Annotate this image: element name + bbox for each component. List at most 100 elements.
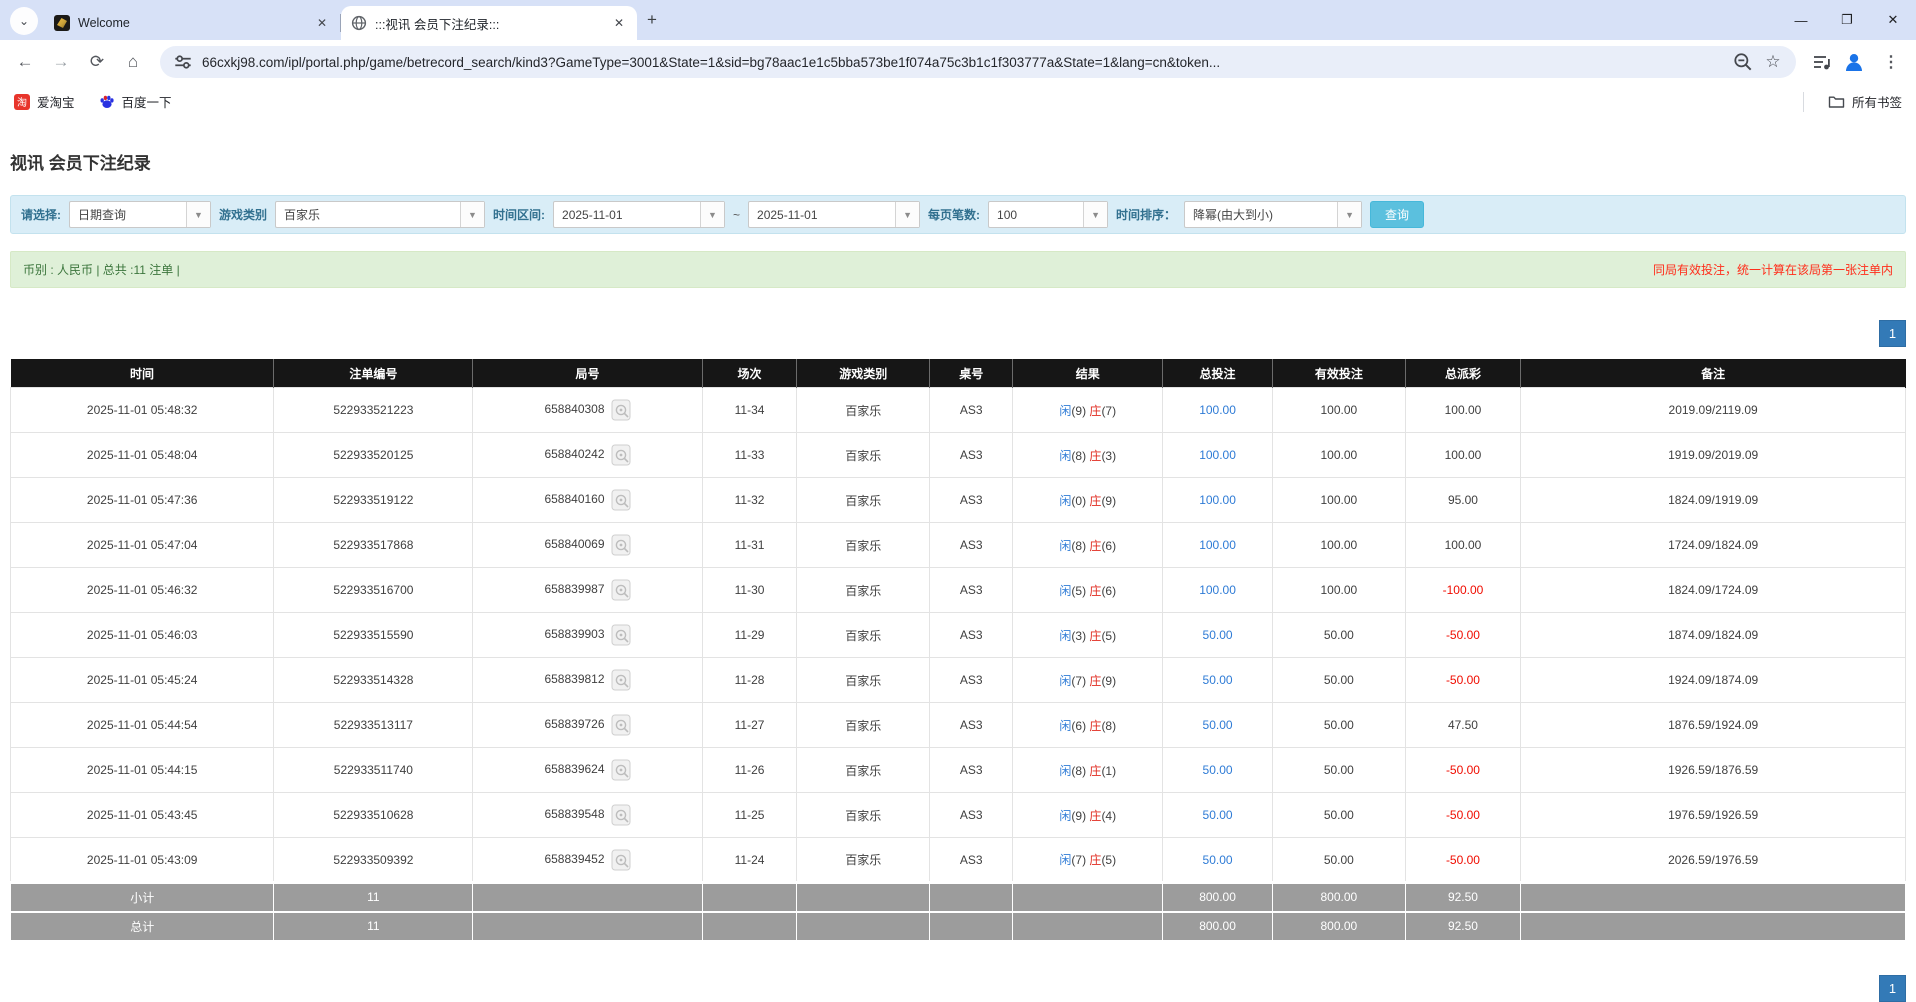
site-settings-icon[interactable] xyxy=(172,51,194,73)
table-no: AS3 xyxy=(930,838,1013,883)
total-bet-link[interactable]: 50.00 xyxy=(1203,718,1233,732)
url-text[interactable]: 66cxkj98.com/ipl/portal.php/game/betreco… xyxy=(202,55,1724,70)
video-replay-icon[interactable] xyxy=(611,624,631,646)
bookmark-star-icon[interactable]: ☆ xyxy=(1762,51,1784,73)
video-replay-icon[interactable] xyxy=(611,714,631,736)
page-1-button[interactable]: 1 xyxy=(1879,320,1906,347)
minimize-button[interactable]: — xyxy=(1778,0,1824,40)
valid-bet: 100.00 xyxy=(1273,478,1406,523)
video-replay-icon[interactable] xyxy=(611,669,631,691)
chevron-down-icon: ▼ xyxy=(1337,202,1361,227)
valid-bet: 50.00 xyxy=(1273,838,1406,883)
video-replay-icon[interactable] xyxy=(611,759,631,781)
banker-score: (7) xyxy=(1101,404,1116,418)
menu-kebab-icon[interactable]: ⋮ xyxy=(1876,47,1906,77)
address-bar[interactable]: 66cxkj98.com/ipl/portal.php/game/betreco… xyxy=(160,46,1796,78)
baidu-paw-icon xyxy=(99,94,115,110)
round-cell: 658839726 xyxy=(473,703,702,748)
game-type-select[interactable]: 百家乐 ▼ xyxy=(275,201,485,228)
bet-id: 522933513117 xyxy=(274,703,473,748)
zoom-out-icon[interactable] xyxy=(1732,51,1754,73)
forward-button[interactable]: → xyxy=(46,47,76,77)
session-no: 11-26 xyxy=(702,748,797,793)
session-no: 11-33 xyxy=(702,433,797,478)
bet-id: 522933514328 xyxy=(274,658,473,703)
banker-label: 庄 xyxy=(1089,539,1101,553)
tab-close-icon[interactable]: ✕ xyxy=(611,15,627,31)
welcome-favicon-icon xyxy=(54,15,70,31)
bet-id: 522933510628 xyxy=(274,793,473,838)
close-window-button[interactable]: ✕ xyxy=(1870,0,1916,40)
player-score: (9) xyxy=(1071,404,1086,418)
total-bet-link[interactable]: 50.00 xyxy=(1203,628,1233,642)
table-row: 2025-11-01 05:46:03 522933515590 6588399… xyxy=(11,613,1906,658)
round-id: 658840242 xyxy=(544,447,604,461)
total-bet-link[interactable]: 50.00 xyxy=(1203,763,1233,777)
note: 2026.59/1976.59 xyxy=(1521,838,1906,883)
date-to-select[interactable]: 2025-11-01 ▼ xyxy=(748,201,920,228)
payout: 100.00 xyxy=(1405,433,1521,478)
bookmark-taobao[interactable]: 淘 爱淘宝 xyxy=(14,92,75,111)
bookmark-label: 百度一下 xyxy=(122,92,172,111)
table-header-row: 时间 注单编号 局号 场次 游戏类别 桌号 结果 总投注 有效投注 总派彩 备注 xyxy=(11,360,1906,388)
reload-button[interactable]: ⟳ xyxy=(82,47,112,77)
total-bet-link[interactable]: 100.00 xyxy=(1199,493,1236,507)
result-cell: 闲(3) 庄(5) xyxy=(1013,613,1163,658)
all-bookmarks-button[interactable]: 所有书签 xyxy=(1828,92,1902,111)
media-controls-icon[interactable] xyxy=(1812,52,1832,72)
home-button[interactable]: ⌂ xyxy=(118,47,148,77)
session-no: 11-34 xyxy=(702,388,797,433)
table-no: AS3 xyxy=(930,748,1013,793)
banker-score: (1) xyxy=(1101,764,1116,778)
total-bet-link[interactable]: 100.00 xyxy=(1199,538,1236,552)
total-bet-link[interactable]: 50.00 xyxy=(1203,673,1233,687)
banker-label: 庄 xyxy=(1089,853,1101,867)
table-row: 2025-11-01 05:47:04 522933517868 6588400… xyxy=(11,523,1906,568)
bookmark-baidu[interactable]: 百度一下 xyxy=(99,92,172,111)
video-replay-icon[interactable] xyxy=(611,534,631,556)
tab-betrecord[interactable]: :::视讯 会员下注纪录::: ✕ xyxy=(341,6,637,40)
banker-label: 庄 xyxy=(1089,494,1101,508)
tab-close-icon[interactable]: ✕ xyxy=(314,15,330,31)
total-bet-link[interactable]: 100.00 xyxy=(1199,403,1236,417)
game-type-label: 游戏类别 xyxy=(219,206,267,223)
bookmark-label: 爱淘宝 xyxy=(37,92,75,111)
total-bet-link[interactable]: 100.00 xyxy=(1199,583,1236,597)
total-valid-bet: 800.00 xyxy=(1273,912,1406,941)
tab-search-button[interactable]: ⌄ xyxy=(10,7,38,35)
page-size-select[interactable]: 100 ▼ xyxy=(988,201,1108,228)
game-type: 百家乐 xyxy=(797,388,930,433)
new-tab-button[interactable]: + xyxy=(647,10,657,30)
search-button[interactable]: 查询 xyxy=(1370,201,1424,228)
video-replay-icon[interactable] xyxy=(611,849,631,871)
col-bet-id: 注单编号 xyxy=(274,360,473,388)
total-bet-link[interactable]: 50.00 xyxy=(1203,853,1233,867)
video-replay-icon[interactable] xyxy=(611,579,631,601)
table-no: AS3 xyxy=(930,568,1013,613)
col-table-no: 桌号 xyxy=(930,360,1013,388)
game-type: 百家乐 xyxy=(797,523,930,568)
date-from-select[interactable]: 2025-11-01 ▼ xyxy=(553,201,725,228)
banker-score: (9) xyxy=(1101,494,1116,508)
browser-toolbar: ← → ⟳ ⌂ 66cxkj98.com/ipl/portal.php/game… xyxy=(0,40,1916,84)
query-type-select[interactable]: 日期查询 ▼ xyxy=(69,201,211,228)
sort-select[interactable]: 降幂(由大到小) ▼ xyxy=(1184,201,1362,228)
total-bet-link[interactable]: 50.00 xyxy=(1203,808,1233,822)
video-replay-icon[interactable] xyxy=(611,804,631,826)
note: 2019.09/2119.09 xyxy=(1521,388,1906,433)
video-replay-icon[interactable] xyxy=(611,399,631,421)
total-bet-link[interactable]: 100.00 xyxy=(1199,448,1236,462)
back-button[interactable]: ← xyxy=(10,47,40,77)
table-row: 2025-11-01 05:43:09 522933509392 6588394… xyxy=(11,838,1906,883)
bet-time: 2025-11-01 05:48:04 xyxy=(11,433,274,478)
video-replay-icon[interactable] xyxy=(611,444,631,466)
note: 1924.09/1874.09 xyxy=(1521,658,1906,703)
col-valid-bet: 有效投注 xyxy=(1273,360,1406,388)
profile-avatar-icon[interactable] xyxy=(1842,50,1866,74)
tab-welcome[interactable]: Welcome ✕ xyxy=(44,6,340,40)
video-replay-icon[interactable] xyxy=(611,489,631,511)
maximize-button[interactable]: ❐ xyxy=(1824,0,1870,40)
player-label: 闲 xyxy=(1059,853,1071,867)
total-bet-cell: 100.00 xyxy=(1163,568,1273,613)
game-type: 百家乐 xyxy=(797,433,930,478)
